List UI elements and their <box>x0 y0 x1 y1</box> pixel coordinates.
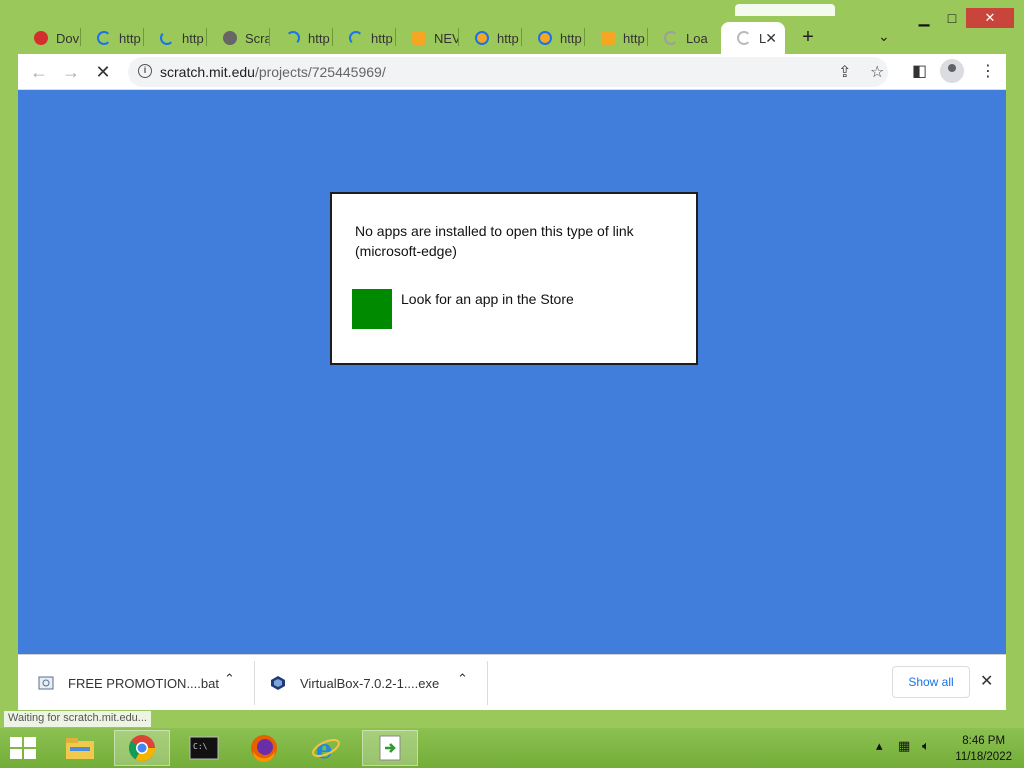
network-icon[interactable]: ▦ <box>898 738 910 754</box>
show-all-button[interactable]: Show all <box>892 666 970 698</box>
tab[interactable]: Dov <box>18 22 80 54</box>
tab-label: http <box>119 30 141 46</box>
tab[interactable]: http <box>459 22 521 54</box>
browser-toolbar: ← → ✕ i scratch.mit.edu/projects/7254459… <box>18 54 1006 90</box>
tab[interactable]: http <box>81 22 143 54</box>
profile-avatar[interactable] <box>940 59 964 83</box>
tab-label: Dov <box>56 30 80 46</box>
tab[interactable]: http <box>270 22 332 54</box>
globe-icon <box>223 31 237 45</box>
system-clock[interactable]: 8:46 PM 11/18/2022 <box>955 733 1012 765</box>
chrome-icon[interactable] <box>114 730 170 766</box>
address-bar[interactable]: i scratch.mit.edu/projects/725445969/ ⇪ … <box>128 57 888 87</box>
bookmark-star-icon[interactable]: ☆ <box>870 62 884 82</box>
download-item[interactable]: VirtualBox-7.0.2-1....exe <box>270 661 439 705</box>
bat-file-icon <box>38 676 54 690</box>
tab[interactable]: http <box>333 22 395 54</box>
download-item[interactable]: FREE PROMOTION....bat <box>38 661 219 705</box>
new-tab-button[interactable]: + <box>796 26 820 49</box>
command-prompt-icon[interactable]: C:\ <box>176 730 232 766</box>
tab[interactable]: Loa <box>648 22 710 54</box>
scratch-cat-icon <box>475 31 489 45</box>
loading-spinner-icon <box>664 31 678 45</box>
svg-text:C:\: C:\ <box>193 742 208 751</box>
volume-icon[interactable]: 🔈︎ <box>922 738 930 754</box>
internet-explorer-icon[interactable]: e <box>298 730 354 766</box>
chevron-up-icon[interactable]: ⌃ <box>224 671 235 687</box>
forward-button[interactable]: → <box>60 62 82 83</box>
tab-label: http <box>308 30 330 46</box>
scratch-cat-icon <box>412 31 426 45</box>
tab-label: http <box>371 30 393 46</box>
stop-loading-button[interactable]: ✕ <box>92 62 114 83</box>
scratch-cat-icon <box>538 31 552 45</box>
share-icon[interactable]: ⇪ <box>838 62 851 82</box>
mega-icon <box>34 31 48 45</box>
run-program-icon[interactable] <box>362 730 418 766</box>
tab-label: Loa <box>686 30 708 46</box>
svg-text:e: e <box>316 735 333 763</box>
taskbar: C:\ e ▴ ▦ 🔈︎ 8:46 PM 11/18/2022 <box>0 728 1024 768</box>
tab-label: http <box>182 30 204 46</box>
download-bar: FREE PROMOTION....bat ⌃ VirtualBox-7.0.2… <box>18 654 1006 710</box>
tab-label: http <box>560 30 582 46</box>
store-link[interactable]: Look for an app in the Store <box>401 291 574 307</box>
browser-window: ▁ □ ✕ Dov http http Scra http http NEV h… <box>0 0 1024 728</box>
no-app-dialog: No apps are installed to open this type … <box>330 192 698 365</box>
menu-kebab-icon[interactable]: ⋮ <box>980 61 996 81</box>
tab[interactable]: Scra <box>207 22 269 54</box>
back-button[interactable]: ← <box>28 62 50 83</box>
firefox-icon[interactable] <box>236 730 292 766</box>
download-filename: VirtualBox-7.0.2-1....exe <box>300 675 440 691</box>
url-text[interactable]: scratch.mit.edu/projects/725445969/ <box>160 64 386 80</box>
loading-spinner-icon <box>97 31 111 45</box>
tab[interactable]: http <box>585 22 647 54</box>
tab[interactable]: http <box>522 22 584 54</box>
window-title-overlay <box>735 4 835 16</box>
scratch-cat-icon <box>601 31 615 45</box>
download-filename: FREE PROMOTION....bat <box>68 675 219 691</box>
dialog-message: No apps are installed to open this type … <box>355 223 634 259</box>
tab[interactable]: http <box>144 22 206 54</box>
close-download-bar-icon[interactable]: ✕ <box>980 671 993 691</box>
tab-label: NEV <box>434 30 458 46</box>
loading-spinner-icon <box>160 31 174 45</box>
loading-spinner-icon <box>286 31 300 45</box>
loading-spinner-icon <box>737 31 751 45</box>
windows-start-icon[interactable] <box>10 737 38 761</box>
page-content: No apps are installed to open this type … <box>18 90 1006 654</box>
tray-expand-icon[interactable]: ▴ <box>876 738 883 754</box>
loading-spinner-icon <box>349 31 363 45</box>
tab-label: http <box>623 30 645 46</box>
tab-active[interactable]: L ✕ <box>721 22 785 54</box>
virtualbox-icon <box>271 676 285 690</box>
tab-label: http <box>497 30 519 46</box>
file-explorer-icon[interactable] <box>52 730 108 766</box>
chevron-up-icon[interactable]: ⌃ <box>457 671 468 687</box>
clock-date: 11/18/2022 <box>955 751 1012 763</box>
tab-label: Scra <box>245 30 269 46</box>
status-bubble: Waiting for scratch.mit.edu... <box>4 711 151 727</box>
close-tab-icon[interactable]: ✕ <box>765 30 777 47</box>
side-panel-icon[interactable]: ◧ <box>912 61 927 81</box>
tab[interactable]: NEV <box>396 22 458 54</box>
tab-strip: Dov http http Scra http http NEV http ht… <box>18 18 1006 54</box>
clock-time: 8:46 PM <box>962 735 1006 747</box>
site-info-icon[interactable]: i <box>138 64 152 78</box>
store-icon[interactable] <box>352 289 392 329</box>
tab-search-button[interactable]: ⌄ <box>878 28 890 45</box>
